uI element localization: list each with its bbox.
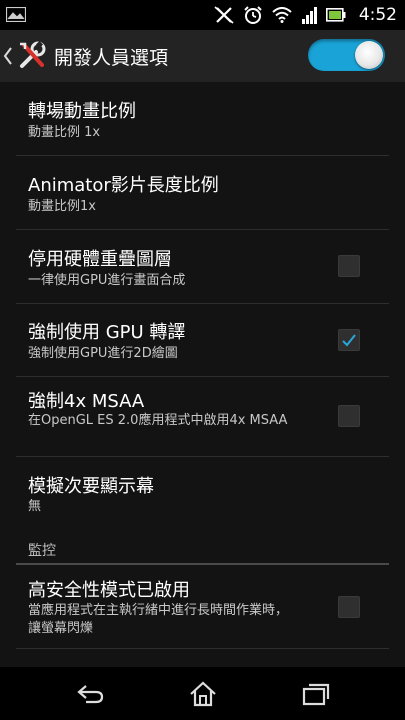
section-header-monitoring: 監控 — [28, 543, 56, 559]
setting-title: 轉場動畫比例 — [28, 101, 136, 122]
setting-simulate-secondary-display[interactable]: 模擬次要顯示幕 無 — [0, 472, 405, 522]
checkmark-icon — [342, 334, 356, 347]
setting-title: 強制4x MSAA — [28, 391, 145, 412]
back-icon[interactable] — [74, 681, 106, 707]
battery-icon — [325, 8, 346, 22]
setting-summary: 強制使用GPU進行2D繪圖 — [28, 346, 178, 361]
divider — [16, 155, 389, 156]
wifi-icon — [272, 7, 292, 23]
setting-title: 停用硬體重疊圖層 — [28, 249, 172, 270]
clock: 4:52 — [358, 5, 397, 25]
setting-summary: 動畫比例1x — [28, 199, 96, 214]
setting-transition-animation-scale[interactable]: 轉場動畫比例 動畫比例 1x — [0, 97, 405, 153]
page-title: 開發人員選項 — [54, 47, 169, 69]
status-bar: 4:52 — [0, 0, 405, 30]
setting-summary: 無 — [28, 499, 42, 514]
setting-summary: 一律使用GPU進行畫面合成 — [28, 273, 186, 288]
section-divider — [16, 563, 389, 565]
divider — [16, 376, 389, 377]
navigation-bar — [0, 667, 405, 720]
setting-animator-duration-scale[interactable]: Animator影片長度比例 動畫比例1x — [0, 171, 405, 227]
force-gpu-rendering-checkbox[interactable] — [338, 329, 360, 351]
setting-title: 高安全性模式已啟用 — [28, 580, 190, 601]
tools-icon[interactable] — [16, 40, 48, 72]
setting-title: 強制使用 GPU 轉譯 — [28, 322, 186, 343]
setting-title: 模擬次要顯示幕 — [28, 476, 154, 497]
setting-summary: 動畫比例 1x — [28, 125, 101, 140]
up-chevron-icon[interactable] — [3, 45, 13, 67]
setting-summary: 當應用程式在主執行緒中進行長時間作業時，讓螢幕閃爍 — [28, 603, 289, 636]
recent-apps-icon[interactable] — [300, 681, 332, 707]
image-icon — [6, 7, 26, 22]
force-4x-msaa-checkbox[interactable] — [338, 405, 360, 427]
divider — [16, 229, 389, 230]
strict-mode-checkbox[interactable] — [338, 596, 360, 618]
alarm-icon — [244, 6, 262, 24]
setting-summary: 在OpenGL ES 2.0應用程式中啟用4x MSAA — [28, 413, 288, 428]
mute-icon — [214, 6, 234, 24]
disable-hw-overlays-checkbox[interactable] — [338, 255, 360, 277]
toggle-knob — [355, 41, 383, 69]
divider — [16, 303, 389, 304]
home-icon[interactable] — [187, 681, 219, 707]
signal-icon — [301, 7, 317, 24]
setting-title: Animator影片長度比例 — [28, 175, 219, 196]
divider — [16, 456, 389, 457]
developer-options-toggle[interactable] — [308, 39, 385, 71]
divider — [16, 648, 389, 649]
